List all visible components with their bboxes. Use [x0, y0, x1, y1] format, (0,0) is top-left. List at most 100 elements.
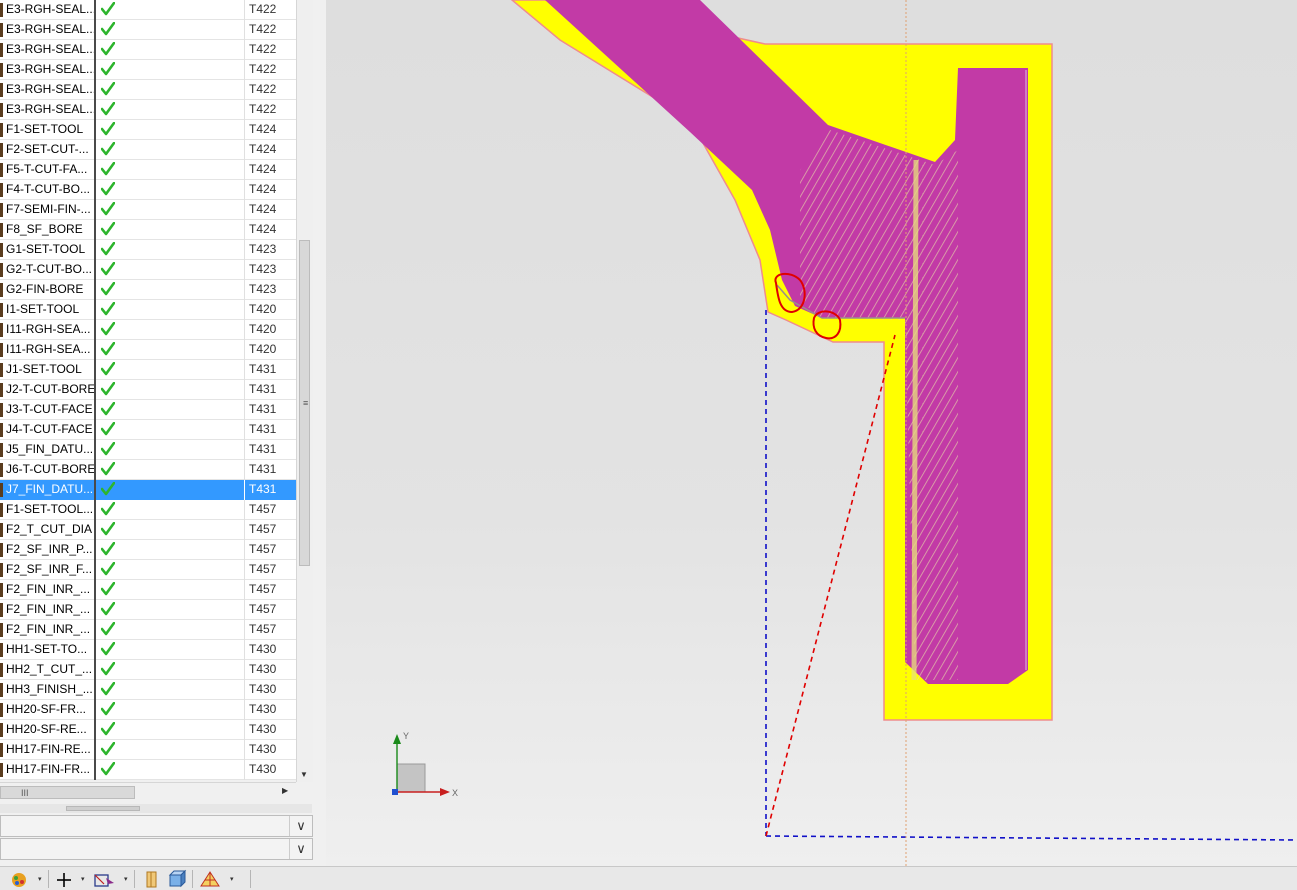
operation-row[interactable]: HH17-FIN-RE... T430	[0, 740, 296, 760]
operation-row[interactable]: E3-RGH-SEAL... T422	[0, 40, 296, 60]
operation-tool: T420	[249, 322, 277, 336]
column-divider	[244, 440, 245, 460]
operation-row[interactable]: J2-T-CUT-BORE T431	[0, 380, 296, 400]
operation-row[interactable]: HH2_T_CUT_... T430	[0, 660, 296, 680]
operation-row-selected[interactable]: J7_FIN_DATU... T431	[0, 480, 296, 500]
operation-row[interactable]: HH1-SET-TO... T430	[0, 640, 296, 660]
status-check-icon	[101, 142, 115, 156]
operation-row[interactable]: F2_SF_INR_P... T457	[0, 540, 296, 560]
column-divider	[244, 100, 245, 120]
render-style-dropdown-icon[interactable]: ▾	[38, 875, 42, 883]
wcs-cross-icon[interactable]	[54, 869, 74, 889]
operation-row[interactable]: F4-T-CUT-BO... T424	[0, 180, 296, 200]
operation-row[interactable]: HH17-FIN-FR... T430	[0, 760, 296, 780]
operation-type-marker	[0, 603, 3, 617]
column-divider	[244, 400, 245, 420]
vertical-scroll-thumb[interactable]: ≡	[299, 240, 310, 566]
wcs-dropdown-icon[interactable]: ▾	[81, 875, 85, 883]
operation-type-marker	[0, 683, 3, 697]
operation-name: E3-RGH-SEAL...	[6, 22, 94, 36]
horizontal-scroll-thumb[interactable]: III	[0, 786, 135, 799]
panel-splitter[interactable]	[0, 804, 312, 813]
operation-name: F2-SET-CUT-...	[6, 142, 89, 156]
operation-row[interactable]: HH20-SF-RE... T430	[0, 720, 296, 740]
operation-row[interactable]: G2-FIN-BORE T423	[0, 280, 296, 300]
column-divider	[94, 400, 96, 420]
select-filter-dropdown-icon[interactable]: ▾	[124, 875, 128, 883]
column-divider	[244, 540, 245, 560]
operation-row[interactable]: J6-T-CUT-BORE T431	[0, 460, 296, 480]
operation-row[interactable]: HH20-SF-FR... T430	[0, 700, 296, 720]
operation-type-marker	[0, 763, 3, 777]
status-check-icon	[101, 742, 115, 756]
finish-profile-line	[911, 159, 919, 681]
column-divider	[244, 0, 245, 20]
operation-type-marker	[0, 643, 3, 657]
operation-type-marker	[0, 223, 3, 237]
graphics-viewport[interactable]: X Y	[326, 0, 1297, 866]
operation-row[interactable]: F2-SET-CUT-... T424	[0, 140, 296, 160]
status-check-icon	[101, 102, 115, 116]
bottom-toolbar: ▾ ▾ ▾ ▾	[0, 866, 1297, 890]
operation-tool: T422	[249, 102, 277, 116]
splitter-handle[interactable]	[66, 806, 140, 811]
operation-row[interactable]: I11-RGH-SEA... T420	[0, 340, 296, 360]
operation-row[interactable]: F2_T_CUT_DIA T457	[0, 520, 296, 540]
operation-row[interactable]: J3-T-CUT-FACE T431	[0, 400, 296, 420]
operation-type-marker	[0, 383, 3, 397]
render-style-icon[interactable]	[8, 869, 34, 889]
column-divider	[244, 320, 245, 340]
select-filter-icon[interactable]	[92, 869, 118, 889]
operation-row[interactable]: F5-T-CUT-FA... T424	[0, 160, 296, 180]
column-divider	[94, 200, 96, 220]
chevron-down-icon[interactable]: ∨	[289, 839, 312, 859]
column-divider	[94, 680, 96, 700]
scroll-right-arrow-icon[interactable]: ▶	[282, 786, 288, 795]
operation-row[interactable]: G2-T-CUT-BO... T423	[0, 260, 296, 280]
snap-mesh-icon[interactable]	[198, 869, 224, 889]
operation-row[interactable]: E3-RGH-SEAL... T422	[0, 80, 296, 100]
operation-row[interactable]: I11-RGH-SEA... T420	[0, 320, 296, 340]
operation-row[interactable]: E3-RGH-SEAL... T422	[0, 0, 296, 20]
axis-y-label: Y	[403, 731, 409, 741]
operation-name: F5-T-CUT-FA...	[6, 162, 88, 176]
operation-name: J7_FIN_DATU...	[6, 482, 94, 496]
operation-row[interactable]: F2_FIN_INR_... T457	[0, 600, 296, 620]
operation-row[interactable]: HH3_FINISH_... T430	[0, 680, 296, 700]
vertical-scrollbar[interactable]: ≡ ▼	[296, 0, 313, 782]
operation-row[interactable]: J1-SET-TOOL T431	[0, 360, 296, 380]
operation-row[interactable]: G1-SET-TOOL T423	[0, 240, 296, 260]
operation-row[interactable]: F1-SET-TOOL T424	[0, 120, 296, 140]
details-combo-2[interactable]: ∨	[0, 838, 313, 860]
operation-type-marker	[0, 183, 3, 197]
chevron-down-icon[interactable]: ∨	[289, 816, 312, 836]
operation-row[interactable]: F1-SET-TOOL... T457	[0, 500, 296, 520]
column-divider	[94, 20, 96, 40]
part-column-icon[interactable]	[142, 869, 162, 889]
operation-name: F8_SF_BORE	[6, 222, 83, 236]
operation-row[interactable]: J5_FIN_DATU... T431	[0, 440, 296, 460]
column-divider	[94, 600, 96, 620]
horizontal-scrollbar[interactable]: III ▶	[0, 782, 296, 803]
scroll-down-arrow-icon[interactable]: ▼	[300, 770, 308, 779]
operation-row[interactable]: F2_FIN_INR_... T457	[0, 580, 296, 600]
operation-row[interactable]: E3-RGH-SEAL... T422	[0, 60, 296, 80]
status-check-icon	[101, 62, 115, 76]
horizontal-scroll-grip-icon: III	[21, 788, 29, 798]
operation-row[interactable]: J4-T-CUT-FACE T431	[0, 420, 296, 440]
operation-row[interactable]: E3-RGH-SEAL... T422	[0, 100, 296, 120]
operation-row[interactable]: I1-SET-TOOL T420	[0, 300, 296, 320]
operation-row[interactable]: F8_SF_BORE T424	[0, 220, 296, 240]
operation-row[interactable]: F2_SF_INR_F... T457	[0, 560, 296, 580]
operation-tool: T422	[249, 82, 277, 96]
operation-type-marker	[0, 303, 3, 317]
operation-row[interactable]: F2_FIN_INR_... T457	[0, 620, 296, 640]
box-view-icon[interactable]	[166, 869, 188, 889]
column-divider	[244, 220, 245, 240]
details-combo-1[interactable]: ∨	[0, 815, 313, 837]
operation-type-marker	[0, 323, 3, 337]
snap-mesh-dropdown-icon[interactable]: ▾	[230, 875, 234, 883]
column-divider	[244, 640, 245, 660]
operation-row[interactable]: E3-RGH-SEAL... T422	[0, 20, 296, 40]
operation-row[interactable]: F7-SEMI-FIN-... T424	[0, 200, 296, 220]
